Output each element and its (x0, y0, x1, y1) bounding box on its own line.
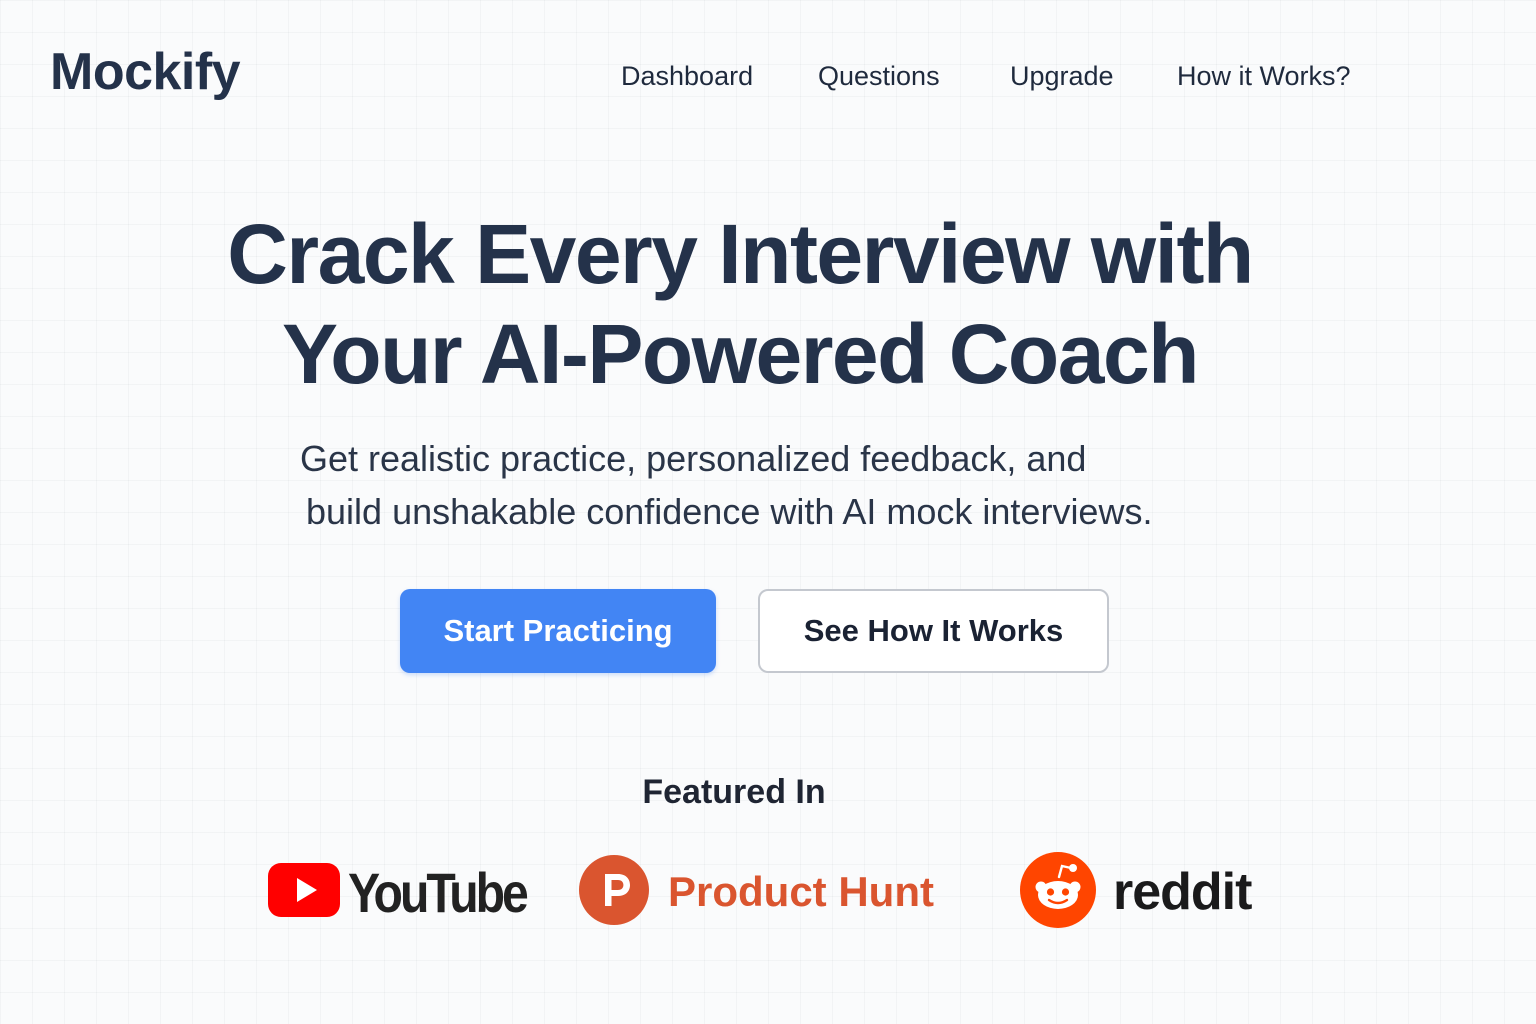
reddit-alien-icon (1019, 851, 1097, 934)
youtube-wordmark: YouTube (348, 860, 529, 924)
product-hunt-icon (578, 854, 650, 931)
youtube-logo[interactable]: YouTube (268, 850, 555, 934)
hero-title: Crack Every Interview with Your AI-Power… (0, 204, 1480, 404)
hero-subtitle-line-1: Get realistic practice, personalized fee… (300, 438, 1087, 479)
reddit-logo[interactable]: reddit (1019, 850, 1252, 934)
hero-title-line-2: Your AI-Powered Coach (282, 307, 1199, 401)
featured-heading: Featured In (642, 773, 826, 811)
hero-subtitle: Get realistic practice, personalized fee… (300, 432, 1260, 538)
nav-link-dashboard[interactable]: Dashboard (621, 56, 753, 96)
hero-subtitle-line-2: build unshakable confidence with AI mock… (306, 491, 1153, 532)
product-hunt-logo[interactable]: Product Hunt (578, 850, 934, 934)
featured-logos: YouTube Product Hunt reddit (0, 850, 1536, 934)
nav-link-how-it-works[interactable]: How it Works? (1177, 56, 1351, 96)
youtube-play-icon (268, 862, 340, 922)
start-practicing-button[interactable]: Start Practicing (400, 589, 716, 673)
reddit-wordmark: reddit (1113, 863, 1252, 921)
main-nav: Dashboard Questions Upgrade How it Works… (0, 56, 1536, 96)
product-hunt-wordmark: Product Hunt (668, 868, 934, 915)
see-how-it-works-button[interactable]: See How It Works (758, 589, 1109, 673)
nav-link-questions[interactable]: Questions (818, 56, 940, 96)
hero-title-line-1: Crack Every Interview with (227, 207, 1254, 301)
nav-link-upgrade[interactable]: Upgrade (1010, 56, 1114, 96)
